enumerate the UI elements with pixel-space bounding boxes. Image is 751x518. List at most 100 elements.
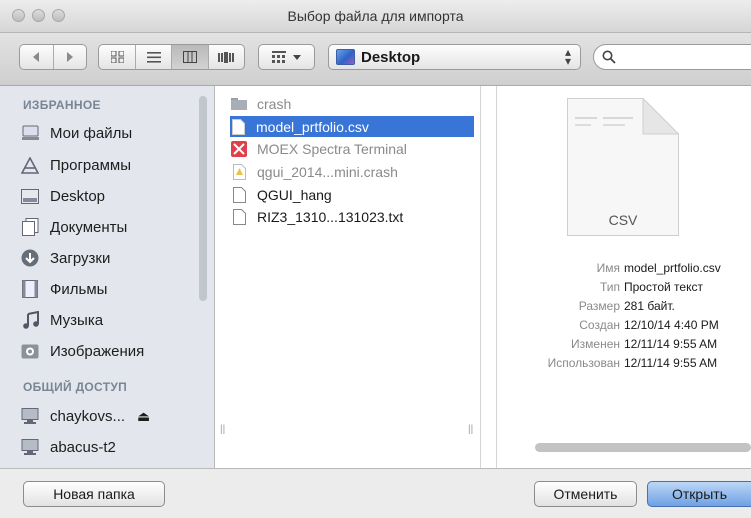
file-column: crash model_prtfolio.csv MOEX Spectra Te… [215,86,481,468]
document-icon [231,186,247,204]
sidebar-item-label: Desktop [50,187,106,205]
sidebar-item-all-files[interactable]: Мои файлы [20,120,132,146]
downloads-icon [20,248,40,268]
documents-icon [20,217,40,237]
sidebar-item-label: Фильмы [50,280,108,298]
music-icon [20,310,40,330]
sidebar-item-label: Загрузки [50,249,111,267]
all-files-icon [20,123,40,143]
new-folder-button[interactable]: Новая папка [23,481,165,507]
info-row: Размер 281 байт. [497,299,751,317]
info-key: Использован [547,356,620,370]
sidebar-item-desktop[interactable]: Desktop [20,183,105,209]
file-name: MOEX Spectra Terminal [257,140,407,157]
file-name: QGUI_hang [257,186,332,203]
list-view-button[interactable] [136,45,173,69]
chevron-left-icon [32,52,39,62]
list-item[interactable]: QGUI_hang [231,184,471,205]
sidebar-item-shared-abacus[interactable]: abacus-t2 [20,434,116,460]
location-label: Desktop [361,49,421,66]
file-name: model_prtfolio.csv [256,118,369,135]
updown-chevron-icon: ▴ ▾ [564,45,571,68]
info-row: Имя model_prtfolio.csv [497,261,751,279]
cover-flow-button[interactable] [209,45,244,69]
applications-icon [20,155,40,175]
chevron-right-icon [67,52,74,62]
sidebar: ИЗБРАННОЕ Мои файлы Программы Desktop До… [0,86,215,468]
sidebar-item-label: Документы [50,218,128,236]
crash-log-icon [231,163,247,181]
sidebar-item-applications[interactable]: Программы [20,152,131,178]
info-value: 12/11/14 9:55 AM [624,337,718,351]
arrange-menu [258,44,315,70]
list-item[interactable]: MOEX Spectra Terminal [231,138,471,159]
search-icon [602,50,616,64]
list-item[interactable]: RIZ3_1310...131023.txt [231,206,471,227]
arrange-grid-icon [272,51,286,63]
sidebar-item-label: Музыка [50,311,104,329]
column-resize-handle[interactable]: || [468,424,473,435]
info-value: 281 байт. [624,299,675,313]
sidebar-item-label: Программы [50,156,132,174]
info-key: Размер [578,299,620,313]
sidebar-item-movies[interactable]: Фильмы [20,276,107,302]
location-popup[interactable]: Desktop ▴ ▾ [328,44,581,70]
horizontal-scrollbar[interactable] [535,443,751,452]
sidebar-item-music[interactable]: Музыка [20,307,103,333]
desktop-icon [20,186,40,206]
sidebar-item-label: abacus-t2 [50,438,116,456]
sidebar-item-documents[interactable]: Документы [20,214,127,240]
info-key: Создан [579,318,620,332]
pictures-icon [20,341,40,361]
info-row: Изменен 12/11/14 9:55 AM [497,337,751,355]
file-type-label: CSV [608,212,638,228]
back-button[interactable] [20,45,54,69]
sidebar-item-label: Изображения [50,342,145,360]
file-name: RIZ3_1310...131023.txt [257,208,404,225]
info-row: Использован 12/11/14 9:55 AM [497,356,751,374]
computer-icon [20,437,40,457]
column-resize-handle[interactable]: || [220,424,225,435]
preview-column: CSV Имя model_prtfolio.csv Тип Простой т… [497,86,751,468]
empty-column [481,86,497,468]
sidebar-item-downloads[interactable]: Загрузки [20,245,110,271]
sidebar-scrollbar[interactable] [199,96,207,301]
info-row: Тип Простой текст [497,280,751,298]
icon-view-icon [110,51,124,63]
movies-icon [20,279,40,299]
eject-icon[interactable]: ⏏ [137,408,150,425]
search-field[interactable] [593,44,751,70]
favorites-header: ИЗБРАННОЕ [23,98,101,112]
list-item[interactable]: qgui_2014...mini.crash [231,161,471,182]
column-view-button[interactable] [172,45,209,69]
toolbar: Desktop ▴ ▾ [0,33,751,86]
navigation-segment [19,44,87,70]
list-view-icon [146,51,161,63]
column-view-icon [183,51,198,63]
view-mode-segment [98,44,245,70]
forward-button[interactable] [54,45,86,69]
bottom-bar: Новая папка Отменить Открыть [0,468,751,518]
sidebar-item-shared-chaykovs[interactable]: chaykovs... ⏏ [20,403,150,429]
info-value: 12/11/14 9:55 AM [624,356,718,370]
cover-flow-icon [218,51,235,63]
sidebar-item-pictures[interactable]: Изображения [20,338,144,364]
open-button[interactable]: Открыть [647,481,751,507]
document-icon [230,118,246,136]
file-open-dialog: Выбор файла для импорта Desktop ▴ ▾ ИЗБР… [0,0,751,518]
sidebar-item-label: chaykovs... [50,407,126,425]
document-icon [231,208,247,226]
arrange-button[interactable] [259,45,314,69]
file-name: qgui_2014...mini.crash [257,163,398,180]
file-preview: CSV [567,97,680,236]
icon-view-button[interactable] [99,45,137,69]
folder-icon [231,95,247,113]
list-item[interactable]: model_prtfolio.csv [230,116,474,137]
cancel-button[interactable]: Отменить [534,481,637,507]
info-row: Создан 12/10/14 4:40 PM [497,318,751,336]
chevron-down-icon [293,54,301,60]
list-item[interactable]: crash [231,93,471,114]
app-icon [231,140,247,158]
title-bar: Выбор файла для импорта [0,0,751,33]
info-key: Тип [599,280,620,294]
